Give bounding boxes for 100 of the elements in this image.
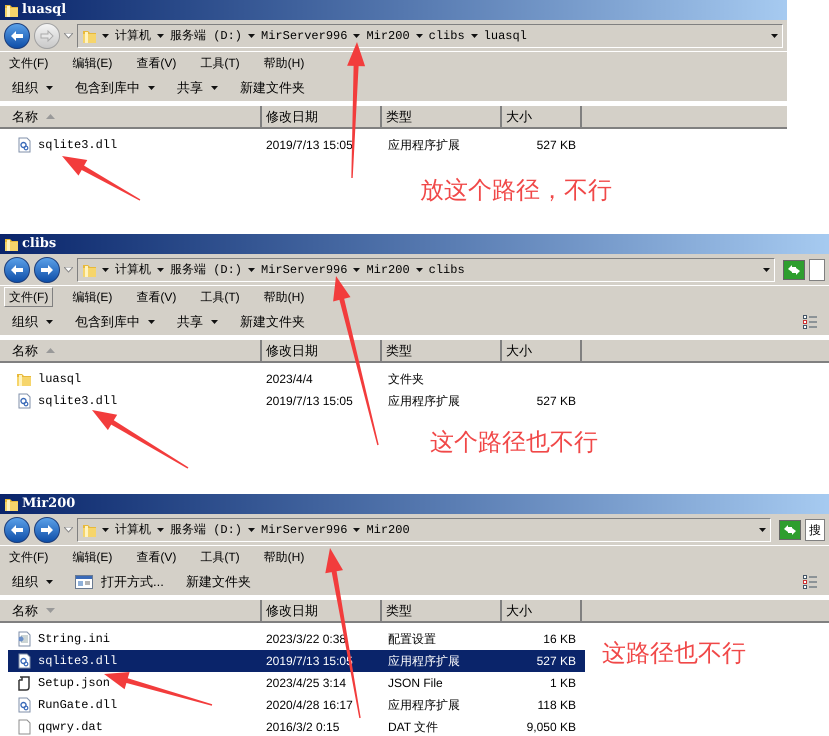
menu-item[interactable]: 文件(F) xyxy=(4,287,54,307)
toolbar-button[interactable]: 包含到库中 xyxy=(75,78,155,98)
history-dropdown-icon[interactable] xyxy=(64,32,73,38)
breadcrumb-item[interactable]: 服务端 (D:) xyxy=(170,26,242,44)
separator-caret-icon xyxy=(157,528,164,532)
breadcrumb-item[interactable]: MirServer996 xyxy=(261,520,348,538)
forward-button[interactable] xyxy=(34,516,60,542)
address-bar[interactable]: 计算机 服务端 (D:) MirServer996 Mir200 clibs luasql xyxy=(77,24,783,48)
separator-caret-icon xyxy=(102,528,109,532)
address-bar[interactable]: 计算机 服务端 (D:) MirServer996 Mir200 clibs xyxy=(77,258,775,282)
history-dropdown-icon[interactable] xyxy=(64,266,73,272)
menu-item[interactable]: 帮助(H) xyxy=(258,53,310,73)
separator-caret-icon xyxy=(416,34,423,38)
toolbar-button[interactable]: 组织 xyxy=(12,312,53,332)
refresh-button[interactable] xyxy=(779,520,801,540)
breadcrumb-item[interactable]: 计算机 xyxy=(115,260,151,278)
column-header[interactable]: 大小 xyxy=(502,600,582,621)
menu-item[interactable]: 工具(T) xyxy=(195,547,245,567)
gear-file-icon xyxy=(16,393,32,409)
breadcrumb-item[interactable]: Mir200 xyxy=(366,26,410,44)
annotation-text: 这路径也不行 xyxy=(602,638,746,669)
file-row[interactable]: RunGate.dll 2020/4/28 16:17 应用程序扩展 118 KB xyxy=(8,694,585,716)
column-header[interactable]: 类型 xyxy=(382,106,502,127)
toolbar-button[interactable]: 新建文件夹 xyxy=(240,312,305,332)
toolbar-button[interactable]: 新建文件夹 xyxy=(240,78,305,98)
breadcrumb-item[interactable]: Mir200 xyxy=(366,520,410,538)
breadcrumb-item[interactable]: 计算机 xyxy=(115,26,151,44)
gear-file-icon xyxy=(16,137,32,153)
folder-icon xyxy=(16,371,32,387)
breadcrumb-item[interactable]: luasql xyxy=(484,26,527,44)
history-dropdown-icon[interactable] xyxy=(64,526,73,532)
menu-item[interactable]: 查看(V) xyxy=(131,53,182,73)
column-header[interactable]: 大小 xyxy=(502,340,582,361)
arrow-right-icon xyxy=(40,30,54,42)
menu-item[interactable]: 查看(V) xyxy=(131,287,182,307)
file-name: String.ini xyxy=(38,631,110,648)
separator-caret-icon xyxy=(157,34,164,38)
breadcrumb-item[interactable]: 计算机 xyxy=(115,520,151,538)
column-header[interactable]: 名称 xyxy=(0,340,262,361)
column-header[interactable]: 名称 xyxy=(0,600,262,621)
file-row[interactable]: sqlite3.dll 2019/7/13 15:05 应用程序扩展 527 KB xyxy=(8,390,585,412)
refresh-button[interactable] xyxy=(783,260,805,280)
back-button[interactable] xyxy=(4,516,30,542)
menu-item[interactable]: 帮助(H) xyxy=(258,547,310,567)
arrow-left-icon xyxy=(10,264,24,276)
file-name: sqlite3.dll xyxy=(38,393,118,410)
scroll-file-icon xyxy=(16,675,32,691)
breadcrumb-item[interactable]: clibs xyxy=(428,26,465,44)
file-row[interactable]: sqlite3.dll 2019/7/13 15:05 应用程序扩展 527 KB xyxy=(8,134,585,156)
modified-date: 2019/7/13 15:05 xyxy=(266,394,353,408)
file-name: RunGate.dll xyxy=(38,697,118,714)
back-button[interactable] xyxy=(4,22,30,48)
column-header[interactable]: 类型 xyxy=(382,340,502,361)
toolbar-button[interactable]: 组织 xyxy=(12,78,53,98)
menu-item[interactable]: 工具(T) xyxy=(195,287,245,307)
file-row[interactable]: Setup.json 2023/4/25 3:14 JSON File 1 KB xyxy=(8,672,585,694)
menu-item[interactable]: 查看(V) xyxy=(131,547,182,567)
breadcrumb-item[interactable]: clibs xyxy=(428,260,465,278)
address-bar[interactable]: 计算机 服务端 (D:) MirServer996 Mir200 xyxy=(77,518,771,542)
menu-item[interactable]: 帮助(H) xyxy=(258,287,310,307)
modified-date: 2020/4/28 16:17 xyxy=(266,698,353,712)
column-header[interactable]: 名称 xyxy=(0,106,262,127)
separator-caret-icon xyxy=(102,34,109,38)
toolbar-button[interactable]: 包含到库中 xyxy=(75,312,155,332)
menu-item[interactable]: 工具(T) xyxy=(195,53,245,73)
view-options-icon[interactable] xyxy=(803,574,817,590)
breadcrumb-item[interactable]: Mir200 xyxy=(366,260,410,278)
folder-icon xyxy=(4,496,18,512)
file-row[interactable]: qqwry.dat 2016/3/2 0:15 DAT 文件 9,050 KB xyxy=(8,716,585,736)
breadcrumb-item[interactable]: MirServer996 xyxy=(261,260,348,278)
window-title: luasql xyxy=(22,1,66,20)
file-row[interactable]: luasql 2023/4/4 文件夹 xyxy=(8,368,585,390)
arrow-right-icon xyxy=(40,524,54,536)
file-name: sqlite3.dll xyxy=(38,137,118,154)
menu-item[interactable]: 编辑(E) xyxy=(67,547,118,567)
caret-icon xyxy=(46,86,53,90)
toolbar-button[interactable]: 打开方式... xyxy=(75,572,164,592)
breadcrumb-item[interactable]: MirServer996 xyxy=(261,26,348,44)
separator-caret-icon xyxy=(157,268,164,272)
back-button[interactable] xyxy=(4,256,30,282)
menu-item[interactable]: 编辑(E) xyxy=(67,287,118,307)
caret-icon xyxy=(211,86,218,90)
menu-item[interactable]: 编辑(E) xyxy=(67,53,118,73)
breadcrumb-item[interactable]: 服务端 (D:) xyxy=(170,260,242,278)
view-options-icon[interactable] xyxy=(803,314,817,330)
toolbar-button[interactable]: 共享 xyxy=(177,78,218,98)
column-header[interactable]: 大小 xyxy=(502,106,582,127)
window-title: Mir200 xyxy=(22,495,76,514)
toolbar-button[interactable]: 共享 xyxy=(177,312,218,332)
breadcrumb-item[interactable]: 服务端 (D:) xyxy=(170,520,242,538)
toolbar-button[interactable]: 新建文件夹 xyxy=(186,572,251,592)
search-field[interactable]: 搜 xyxy=(805,518,825,540)
forward-button[interactable] xyxy=(34,256,60,282)
toolbar-button[interactable]: 组织 xyxy=(12,572,53,592)
menu-item[interactable]: 文件(F) xyxy=(4,53,54,73)
column-header[interactable]: 类型 xyxy=(382,600,502,621)
search-field[interactable] xyxy=(809,258,825,280)
folder-icon xyxy=(4,236,18,252)
file-name: luasql xyxy=(38,371,82,388)
menu-item[interactable]: 文件(F) xyxy=(4,547,54,567)
